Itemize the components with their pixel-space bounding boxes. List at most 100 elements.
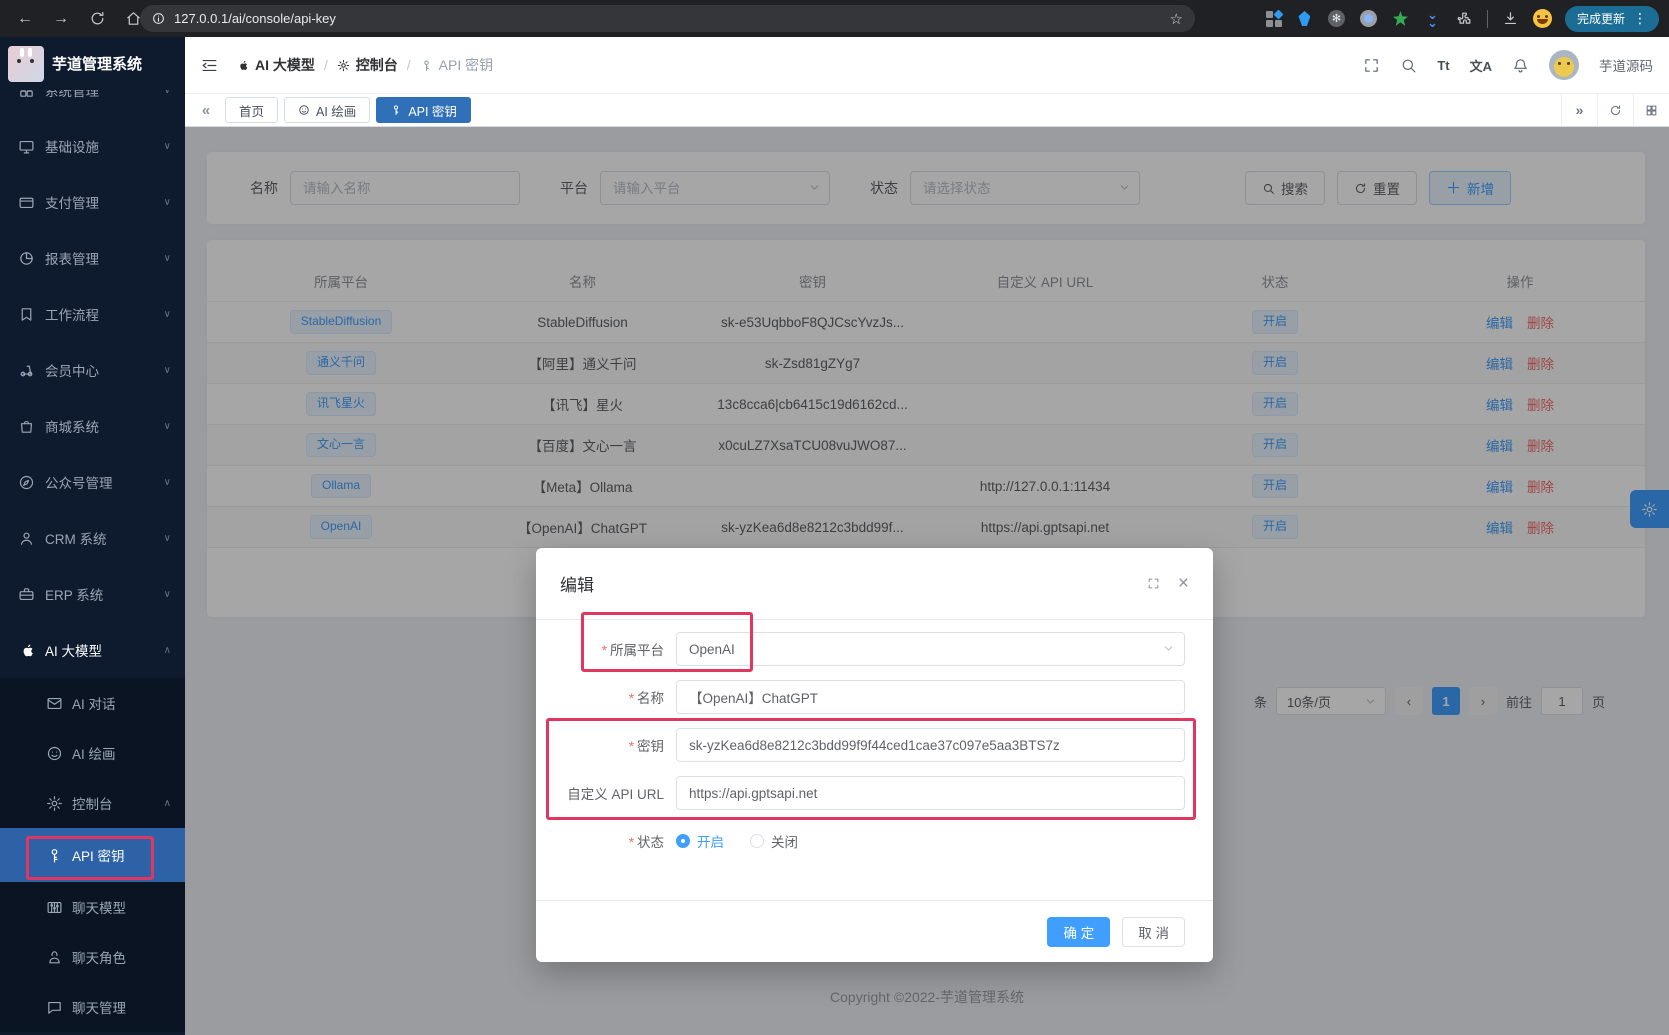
smiley-icon [298, 104, 310, 116]
sidebar: 芋道管理系统 系统管理∨ 基础设施∨ 支付管理∨ 报表管理∨ 工作流程∨ 会员中… [0, 37, 185, 1035]
app-header: AI 大模型 / 控制台 / API 密钥 Tt 文A 芋道源码 [185, 37, 1669, 94]
breadcrumb: AI 大模型 / 控制台 / API 密钥 [236, 55, 493, 75]
radio-status-on[interactable]: 开启 [676, 831, 724, 851]
gear-icon [337, 59, 350, 72]
url-bar[interactable]: 127.0.0.1/ai/console/api-key ☆ [140, 5, 1195, 32]
radio-unchecked-icon [750, 834, 764, 848]
workflow-icon [18, 306, 35, 323]
dialog-fullscreen-icon[interactable] [1147, 577, 1160, 590]
browser-bar: ← → 127.0.0.1/ai/console/api-key ☆ ✻ ⌄⌄ … [0, 0, 1669, 37]
sidebar-fold-icon[interactable] [201, 57, 218, 74]
site-info-icon[interactable] [152, 12, 165, 25]
sidebar-item-chat-manage[interactable]: 聊天管理 [0, 982, 185, 1032]
sidebar-item-api-key[interactable]: API 密钥 [0, 828, 185, 882]
user-avatar[interactable] [1549, 50, 1579, 80]
key-icon [46, 847, 63, 864]
downloads-icon[interactable] [1501, 9, 1520, 28]
dialog-close-icon[interactable]: × [1178, 574, 1189, 593]
platform-label: 所属平台 [610, 643, 664, 658]
dialog-title: 编辑 [560, 571, 1147, 596]
app-title: 芋道管理系统 [52, 53, 142, 74]
api-url-input[interactable] [676, 776, 1185, 810]
extension-icon[interactable] [1359, 9, 1378, 28]
divider [1487, 10, 1488, 28]
search-icon[interactable] [1400, 57, 1417, 74]
username[interactable]: 芋道源码 [1599, 55, 1653, 75]
sidebar-submenu-ai: AI 对话 AI 绘画 控制台∧ API 密钥 聊天模型 聊天角色 [0, 678, 185, 1032]
role-icon [46, 949, 63, 966]
sidebar-item-infrastructure[interactable]: 基础设施∨ [0, 118, 185, 174]
tabs-scroll-right-icon[interactable]: » [1561, 94, 1597, 126]
tabs-scroll-left-icon[interactable]: « [193, 102, 219, 119]
url-label: 自定义 API URL [567, 787, 664, 802]
briefcase-icon [18, 586, 35, 603]
tab-home[interactable]: 首页 [225, 97, 278, 123]
extension-icon[interactable] [1266, 11, 1282, 27]
browser-forward-icon[interactable]: → [48, 6, 74, 32]
sidebar-item-ai-models[interactable]: AI 大模型∧ [0, 622, 185, 678]
notification-bell-icon[interactable] [1512, 57, 1529, 74]
apple-icon [236, 59, 249, 72]
radio-checked-icon [676, 834, 690, 848]
extension-icon[interactable]: ✻ [1327, 9, 1346, 28]
sidebar-item-mall[interactable]: 商城系统∨ [0, 398, 185, 454]
sidebar-item-member[interactable]: 会员中心∨ [0, 342, 185, 398]
gear-icon [46, 795, 63, 812]
name-label: 名称 [637, 691, 664, 706]
edit-dialog: 编辑 × *所属平台 *名称 *密钥 [536, 548, 1213, 962]
browser-back-icon[interactable]: ← [12, 6, 38, 32]
sidebar-item-payment[interactable]: 支付管理∨ [0, 174, 185, 230]
fullscreen-icon[interactable] [1363, 57, 1380, 74]
sidebar-item-erp[interactable]: ERP 系统∨ [0, 566, 185, 622]
chrome-update-button[interactable]: 完成更新 ⋮ [1565, 6, 1659, 32]
breadcrumb-item-ai-models[interactable]: AI 大模型 [236, 55, 315, 75]
abacus-icon [46, 899, 63, 916]
apple-icon [18, 642, 35, 659]
chevron-down-icon [1162, 642, 1175, 655]
sidebar-item-chat-model[interactable]: 聊天模型 [0, 882, 185, 932]
smiley-icon [46, 745, 63, 762]
sidebar-item-chat-role[interactable]: 聊天角色 [0, 932, 185, 982]
cancel-button[interactable]: 取 消 [1122, 917, 1185, 947]
extension-icon[interactable] [1295, 9, 1314, 28]
sidebar-item-console[interactable]: 控制台∧ [0, 778, 185, 828]
extension-icon[interactable] [1391, 9, 1410, 28]
name-input[interactable] [676, 680, 1185, 714]
breadcrumb-item-console[interactable]: 控制台 [337, 55, 398, 75]
browser-menu-icon[interactable]: ⋮ [1633, 10, 1647, 27]
browser-reload-icon[interactable] [84, 6, 110, 32]
brand: 芋道管理系统 [0, 37, 185, 90]
tab-api-key[interactable]: API 密钥 [376, 97, 471, 123]
extensions-puzzle-icon[interactable] [1455, 9, 1474, 28]
key-label: 密钥 [637, 739, 664, 754]
platform-select[interactable] [676, 632, 1185, 666]
layout-grid-icon[interactable] [1633, 94, 1669, 126]
monitor-icon [18, 138, 35, 155]
sidebar-item-ai-draw[interactable]: AI 绘画 [0, 728, 185, 778]
font-size-icon[interactable]: Tt [1437, 58, 1449, 73]
url-text[interactable]: 127.0.0.1/ai/console/api-key [174, 11, 1161, 26]
refresh-page-icon[interactable] [1597, 94, 1633, 126]
envelope-icon [46, 695, 63, 712]
radio-status-off[interactable]: 关闭 [750, 831, 798, 851]
sidebar-item-crm[interactable]: CRM 系统∨ [0, 510, 185, 566]
sidebar-item-report[interactable]: 报表管理∨ [0, 230, 185, 286]
key-icon [390, 104, 402, 116]
chat-bubble-icon [46, 999, 63, 1016]
payment-icon [18, 194, 35, 211]
profile-avatar-icon[interactable] [1533, 9, 1552, 28]
sidebar-menu: 系统管理∨ 基础设施∨ 支付管理∨ 报表管理∨ 工作流程∨ 会员中心∨ 商城系统… [0, 90, 185, 1035]
mall-icon [18, 418, 35, 435]
sidebar-item-official-account[interactable]: 公众号管理∨ [0, 454, 185, 510]
sidebar-item-ai-chat[interactable]: AI 对话 [0, 678, 185, 728]
sidebar-item-system[interactable]: 系统管理∨ [0, 90, 185, 118]
tab-ai-draw[interactable]: AI 绘画 [284, 97, 370, 123]
key-input[interactable] [676, 728, 1185, 762]
main-content: 名称 平台 状态 搜索 重置 [185, 127, 1669, 1035]
translate-icon[interactable]: 文A [1470, 56, 1492, 75]
bookmark-star-icon[interactable]: ☆ [1170, 10, 1183, 28]
form-row-name: *名称 [560, 680, 1185, 714]
confirm-button[interactable]: 确 定 [1047, 917, 1110, 947]
sidebar-item-workflow[interactable]: 工作流程∨ [0, 286, 185, 342]
extension-icon[interactable]: ⌄⌄ [1423, 9, 1442, 28]
